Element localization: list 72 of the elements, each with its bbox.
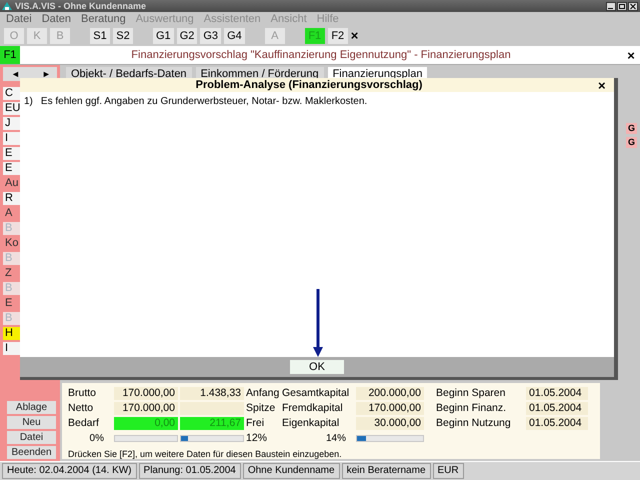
value-cell: 170.000,00 <box>356 402 424 415</box>
progress-bar <box>356 435 424 442</box>
hint-text: Drücken Sie [F2], um weitere Daten für diesen Baustein einzugeben. <box>68 449 343 459</box>
value-cell: 200.000,00 <box>356 387 424 400</box>
date-cell: 01.05.2004 <box>526 417 588 430</box>
sidebar-button[interactable]: Ablage <box>7 401 56 414</box>
minimize-icon[interactable] <box>606 2 616 10</box>
nav-arrow[interactable]: ► <box>42 69 51 79</box>
row-label: Beginn Nutzung <box>435 417 512 430</box>
dialog-title: Problem-Analyse (Finanzierungsvorschlag) <box>194 79 424 91</box>
close-button[interactable]: × <box>350 29 358 43</box>
date-cell: 01.05.2004 <box>526 387 588 400</box>
status-field: Heute: 02.04.2004 (14. KW) <box>2 463 137 479</box>
sidebar-button[interactable]: Beenden <box>7 446 56 459</box>
status-field: Ohne Kundenname <box>242 463 340 479</box>
row-label: Brutto <box>68 387 98 400</box>
row-label: Netto <box>68 402 94 415</box>
percent-label: 12% <box>246 432 268 445</box>
toolbar-button[interactable]: G4 <box>224 28 245 44</box>
toolbar-button[interactable]: S2 <box>113 28 133 44</box>
value-cell: 170.000,00 <box>114 402 178 415</box>
status-field: kein Beratername <box>342 463 431 479</box>
window-title: VIS.A.VIS - Ohne Kundenname <box>15 1 148 11</box>
close-button[interactable]: × <box>622 48 640 62</box>
sidebar-heading: E <box>4 297 14 310</box>
sidebar-heading: Au <box>4 177 20 190</box>
row-label: Fremdkapital <box>282 402 344 415</box>
status-field: Planung: 01.05.2004 <box>138 463 241 479</box>
value-cell: 211,67 <box>180 417 244 430</box>
row-label: Anfang <box>246 387 280 400</box>
status-field: EUR <box>432 463 464 479</box>
maximize-icon[interactable] <box>617 2 627 10</box>
value-cell: 1.438,33 <box>180 387 244 400</box>
side-badge[interactable]: G <box>626 123 637 134</box>
row-label: Spitze <box>246 402 276 415</box>
row-label: Frei <box>246 417 266 430</box>
menu-item[interactable]: Datei <box>6 13 32 25</box>
progress-bar <box>180 435 244 442</box>
toolbar-button[interactable]: G2 <box>176 28 198 44</box>
house-icon <box>2 1 12 11</box>
percent-label: 0% <box>88 432 105 445</box>
row-label: Gesamtkapital <box>282 387 350 400</box>
page-title: Finanzierungsvorschlag "Kauffinanzierung Eigennutzung" - Finanzierungsplan <box>130 49 512 61</box>
message-number: 1) <box>24 96 33 107</box>
message-text: Es fehlen ggf. Angaben zu Grunderwerbsteuer, Notar- bzw. Maklerkosten. <box>40 96 368 107</box>
menu-item[interactable]: Beratung <box>81 13 126 25</box>
function-badge: F1 <box>0 46 20 64</box>
sidebar-button[interactable]: Neu <box>7 416 56 429</box>
percent-label: 14% <box>324 432 347 445</box>
side-badge[interactable]: G <box>626 137 637 148</box>
annotation-arrow <box>313 289 323 357</box>
row-label: Eigenkapital <box>282 417 340 430</box>
sidebar-heading: Ko <box>4 237 20 250</box>
value-cell: 30.000,00 <box>356 417 424 430</box>
toolbar-button[interactable]: F2 <box>328 28 348 44</box>
ok-button[interactable]: OK <box>290 360 344 374</box>
toolbar-button[interactable]: G3 <box>200 28 222 44</box>
row-label: Beginn Sparen <box>435 387 506 400</box>
nav-arrow[interactable]: ◄ <box>11 69 20 79</box>
row-label: Bedarf <box>68 417 100 430</box>
close-button[interactable]: × <box>598 78 614 92</box>
toolbar-button[interactable]: S1 <box>90 28 110 44</box>
close-icon[interactable] <box>628 2 638 10</box>
row-label: Beginn Finanz. <box>435 402 508 415</box>
date-cell: 01.05.2004 <box>526 402 588 415</box>
sidebar-button[interactable]: Datei <box>7 431 56 444</box>
value-cell: 0,00 <box>114 417 178 430</box>
sidebar-heading: Z <box>4 267 13 280</box>
menu-item[interactable]: Daten <box>42 13 72 25</box>
toolbar-button[interactable]: G1 <box>153 28 174 44</box>
value-cell: 170.000,00 <box>114 387 178 400</box>
sidebar-heading: A <box>4 207 14 220</box>
